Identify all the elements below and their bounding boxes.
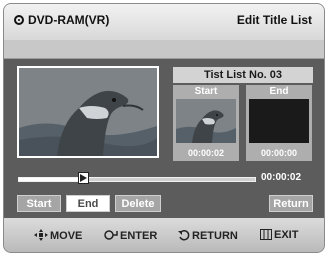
edit-panel: Tist List No. 03 Start 00:00:02 End 00:0… — [4, 59, 324, 218]
end-timecode: 00:00:00 — [260, 148, 298, 158]
start-button[interactable]: Start — [17, 195, 61, 212]
return-icon — [178, 229, 190, 241]
return-hint: RETURN — [178, 229, 238, 242]
current-time: 00:00:02 — [261, 172, 302, 183]
move-arrows-icon — [34, 229, 48, 241]
exit-hint: EXIT — [260, 229, 298, 241]
exit-icon — [260, 229, 272, 240]
enter-icon — [104, 230, 118, 240]
move-label: MOVE — [50, 230, 83, 242]
play-marker-icon[interactable] — [77, 172, 89, 184]
start-timecode: 00:00:02 — [187, 148, 225, 158]
end-thumbnail[interactable]: End 00:00:00 — [246, 85, 312, 161]
return-label: RETURN — [192, 230, 238, 242]
progress-bar[interactable] — [18, 172, 256, 184]
footer-bar: MOVE ENTER RETURN EXIT — [4, 218, 324, 252]
dolphin-image — [19, 68, 157, 156]
enter-label: ENTER — [120, 230, 158, 242]
info-strip — [4, 40, 324, 59]
disc-icon — [14, 15, 24, 25]
progress-fill — [19, 178, 83, 181]
header-bar: DVD-RAM(VR) Edit Title List — [4, 4, 324, 40]
delete-button[interactable]: Delete — [115, 195, 161, 212]
main-video-preview — [17, 66, 159, 158]
enter-hint: ENTER — [104, 229, 157, 242]
disc-type-label: DVD-RAM(VR) — [28, 13, 110, 27]
move-hint: MOVE — [34, 229, 82, 242]
title-list-header: Tist List No. 03 — [173, 67, 313, 83]
end-button[interactable]: End — [66, 195, 110, 212]
start-caption: Start — [194, 86, 218, 97]
exit-label: EXIT — [274, 229, 299, 241]
end-caption: End — [269, 86, 289, 97]
start-frame-image — [176, 99, 236, 143]
page-title: Edit Title List — [236, 13, 312, 27]
return-button[interactable]: Return — [269, 195, 313, 212]
start-thumbnail[interactable]: Start 00:00:02 — [173, 85, 239, 161]
end-frame-image — [249, 99, 309, 143]
dialog-screen: DVD-RAM(VR) Edit Title List Tist List No… — [3, 3, 325, 253]
